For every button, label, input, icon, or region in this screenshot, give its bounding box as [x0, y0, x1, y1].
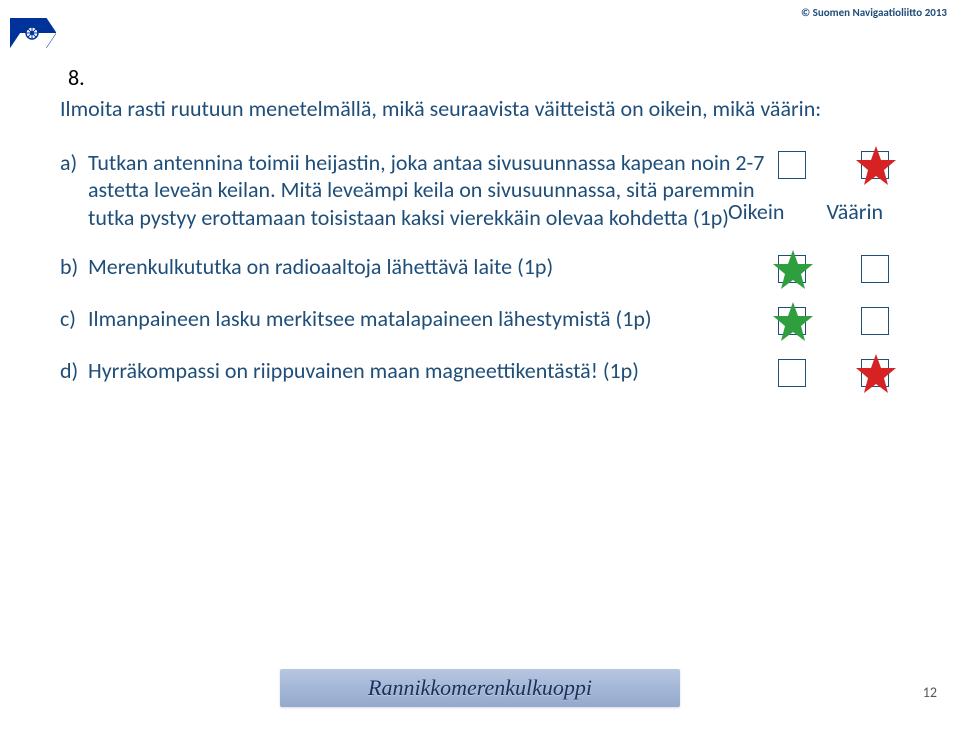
item-label: b) — [60, 253, 88, 280]
item-text: Tutkan antennina toimii heijastin, joka … — [88, 149, 778, 232]
checkbox-correct[interactable] — [778, 151, 806, 179]
checkbox-wrong[interactable] — [861, 255, 889, 283]
footer-title: Rannikkomerenkulkuoppi — [368, 675, 592, 701]
item-label: c) — [60, 305, 88, 332]
item-text: Merenkulkututka on radioaaltoja lähettäv… — [88, 253, 778, 281]
checkbox-correct[interactable] — [778, 307, 806, 335]
item-label: a) — [60, 149, 88, 176]
question-item: d) Hyrräkompassi on riippuvainen maan ma… — [60, 357, 899, 387]
question-number: 8. — [68, 64, 899, 91]
star-wrong-icon — [854, 144, 898, 188]
header-correct: Oikein — [728, 198, 784, 225]
checkbox-wrong[interactable] — [861, 151, 889, 179]
page-number: 12 — [923, 684, 937, 701]
checkbox-wrong[interactable] — [861, 307, 889, 335]
item-label: d) — [60, 357, 88, 384]
copyright-text: © Suomen Navigaatioliitto 2013 — [801, 6, 947, 19]
question-item: c) Ilmanpaineen lasku merkitsee matalapa… — [60, 305, 899, 335]
checkbox-correct[interactable] — [778, 359, 806, 387]
star-correct-icon — [771, 300, 815, 344]
item-text: Hyrräkompassi on riippuvainen maan magne… — [88, 357, 778, 385]
question-text: Ilmoita rasti ruutuun menetelmällä, mikä… — [60, 95, 899, 123]
item-text: Ilmanpaineen lasku merkitsee matalapaine… — [88, 305, 778, 333]
star-wrong-icon — [854, 352, 898, 396]
checkbox-wrong[interactable] — [861, 359, 889, 387]
header-wrong: Väärin — [826, 198, 883, 225]
org-logo — [10, 18, 56, 53]
footer-band: Rannikkomerenkulkuoppi — [280, 669, 680, 707]
checkbox-correct[interactable] — [778, 255, 806, 283]
star-correct-icon — [771, 248, 815, 292]
question-item: b) Merenkulkututka on radioaaltoja lähet… — [60, 253, 899, 283]
